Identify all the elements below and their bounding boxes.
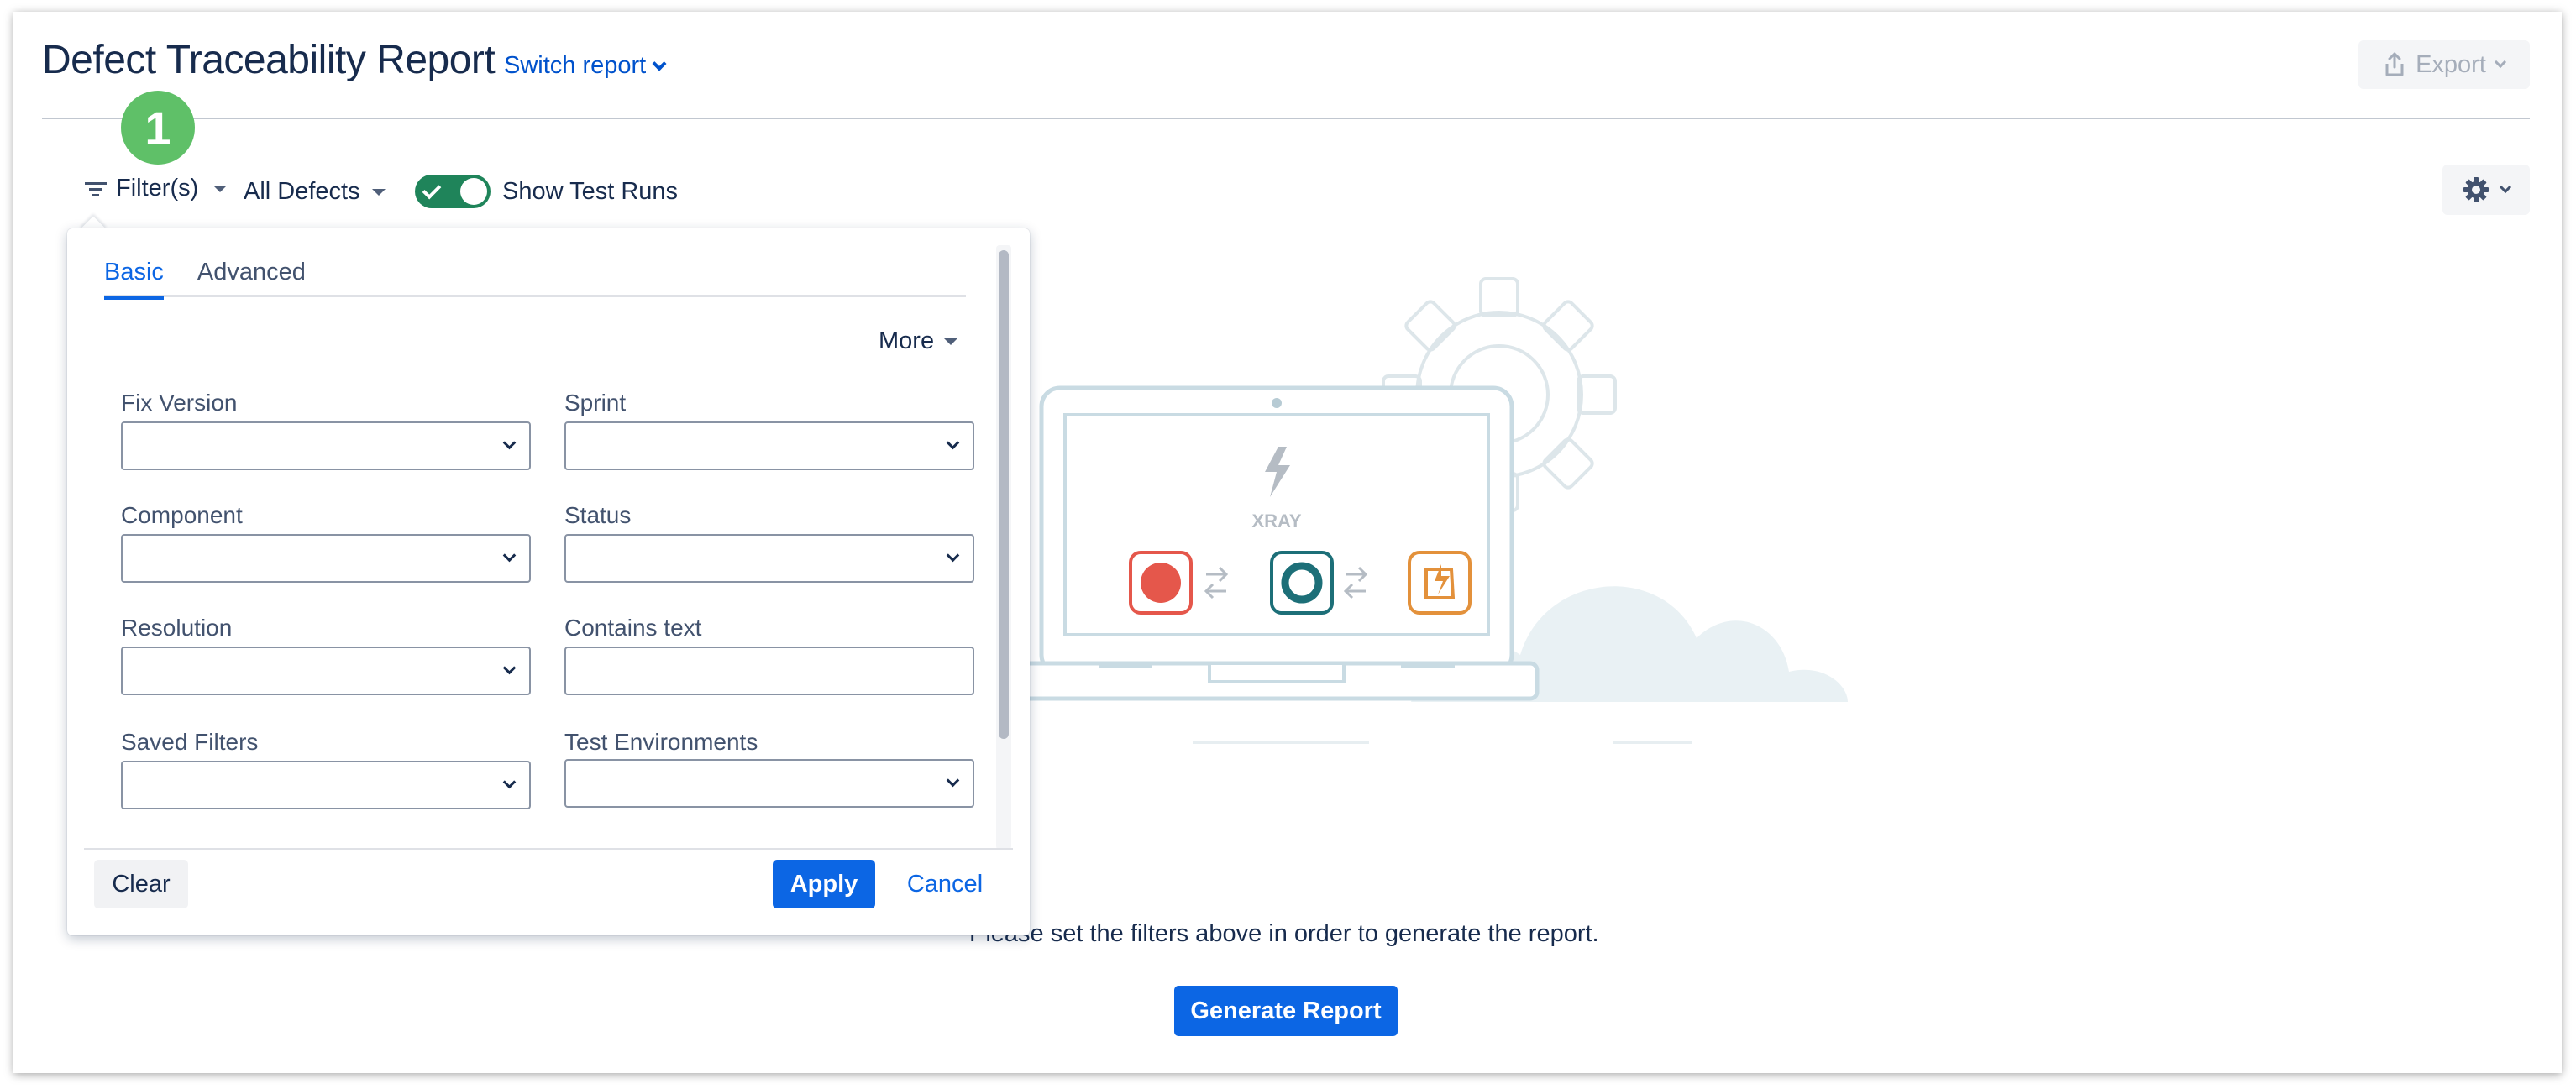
toggle-knob [460, 178, 487, 205]
component-label: Component [121, 502, 243, 528]
status-label: Status [564, 502, 632, 528]
chevron-down-icon [946, 548, 960, 563]
defect-scope-label: All Defects [244, 178, 360, 205]
chevron-down-icon [502, 775, 517, 789]
chevron-down-icon [502, 548, 517, 563]
popup-footer-divider [84, 848, 1013, 850]
settings-button[interactable] [2442, 165, 2530, 215]
saved-filters-label: Saved Filters [121, 729, 259, 755]
contains-text-label: Contains text [564, 615, 702, 641]
chevron-down-icon [502, 436, 517, 450]
xray-illustration: XRAY [1014, 277, 1848, 744]
execution-icon [1270, 551, 1334, 615]
filters-dropdown[interactable]: Filter(s) [84, 175, 228, 202]
export-label: Export [2416, 50, 2486, 78]
filters-label: Filter(s) [116, 175, 199, 202]
gear-icon [2463, 177, 2489, 202]
generate-report-button[interactable]: Generate Report [1174, 986, 1398, 1036]
tab-advanced[interactable]: Advanced [197, 259, 306, 297]
filter-tabs: Basic Advanced [104, 259, 966, 300]
caret-down-icon [944, 338, 958, 345]
check-icon [422, 180, 442, 200]
clear-button[interactable]: Clear [94, 860, 188, 908]
caret-down-icon [213, 185, 228, 192]
switch-report-dropdown[interactable]: Switch report [504, 52, 667, 80]
switch-report-label: Switch report [504, 52, 647, 79]
chevron-down-icon [652, 56, 667, 71]
cancel-button[interactable]: Cancel [899, 860, 991, 908]
popup-scrollbar-thumb[interactable] [999, 250, 1009, 739]
chevron-down-icon [2494, 55, 2506, 69]
sprint-select[interactable] [564, 421, 974, 470]
export-icon [2385, 52, 2404, 76]
more-filters-dropdown[interactable]: More [879, 327, 958, 355]
caret-down-icon [371, 188, 386, 196]
chevron-down-icon [946, 436, 960, 450]
resolution-select[interactable] [121, 647, 531, 695]
chevron-down-icon [2499, 181, 2512, 194]
empty-state-message: Please set the filters above in order to… [969, 920, 1599, 947]
step-badge: 1 [121, 91, 195, 165]
fix-version-select[interactable] [121, 421, 531, 470]
page-title: Defect Traceability Report [42, 38, 496, 82]
component-select[interactable] [121, 534, 531, 583]
test-environments-select[interactable] [564, 759, 974, 808]
apply-button[interactable]: Apply [773, 860, 875, 908]
test-environments-label: Test Environments [564, 729, 758, 755]
show-test-runs-toggle[interactable] [415, 175, 491, 208]
header-divider [42, 118, 2530, 119]
chevron-down-icon [946, 773, 960, 788]
sprint-label: Sprint [564, 390, 627, 416]
contains-text-input[interactable] [564, 647, 974, 695]
xray-brand-label: XRAY [1251, 510, 1301, 531]
filter-icon [85, 181, 107, 196]
resolution-label: Resolution [121, 615, 233, 641]
tab-basic[interactable]: Basic [104, 259, 164, 300]
document-icon [1408, 551, 1472, 615]
chevron-down-icon [502, 661, 517, 675]
saved-filters-select[interactable] [121, 761, 531, 809]
filter-popup: Basic Advanced More Fix Version Sprint C… [67, 228, 1030, 935]
status-select[interactable] [564, 534, 974, 583]
fix-version-label: Fix Version [121, 390, 238, 416]
export-button[interactable]: Export [2358, 40, 2530, 89]
more-label: More [879, 327, 935, 354]
show-test-runs-label: Show Test Runs [502, 178, 679, 205]
defect-scope-dropdown[interactable]: All Defects [244, 178, 386, 206]
